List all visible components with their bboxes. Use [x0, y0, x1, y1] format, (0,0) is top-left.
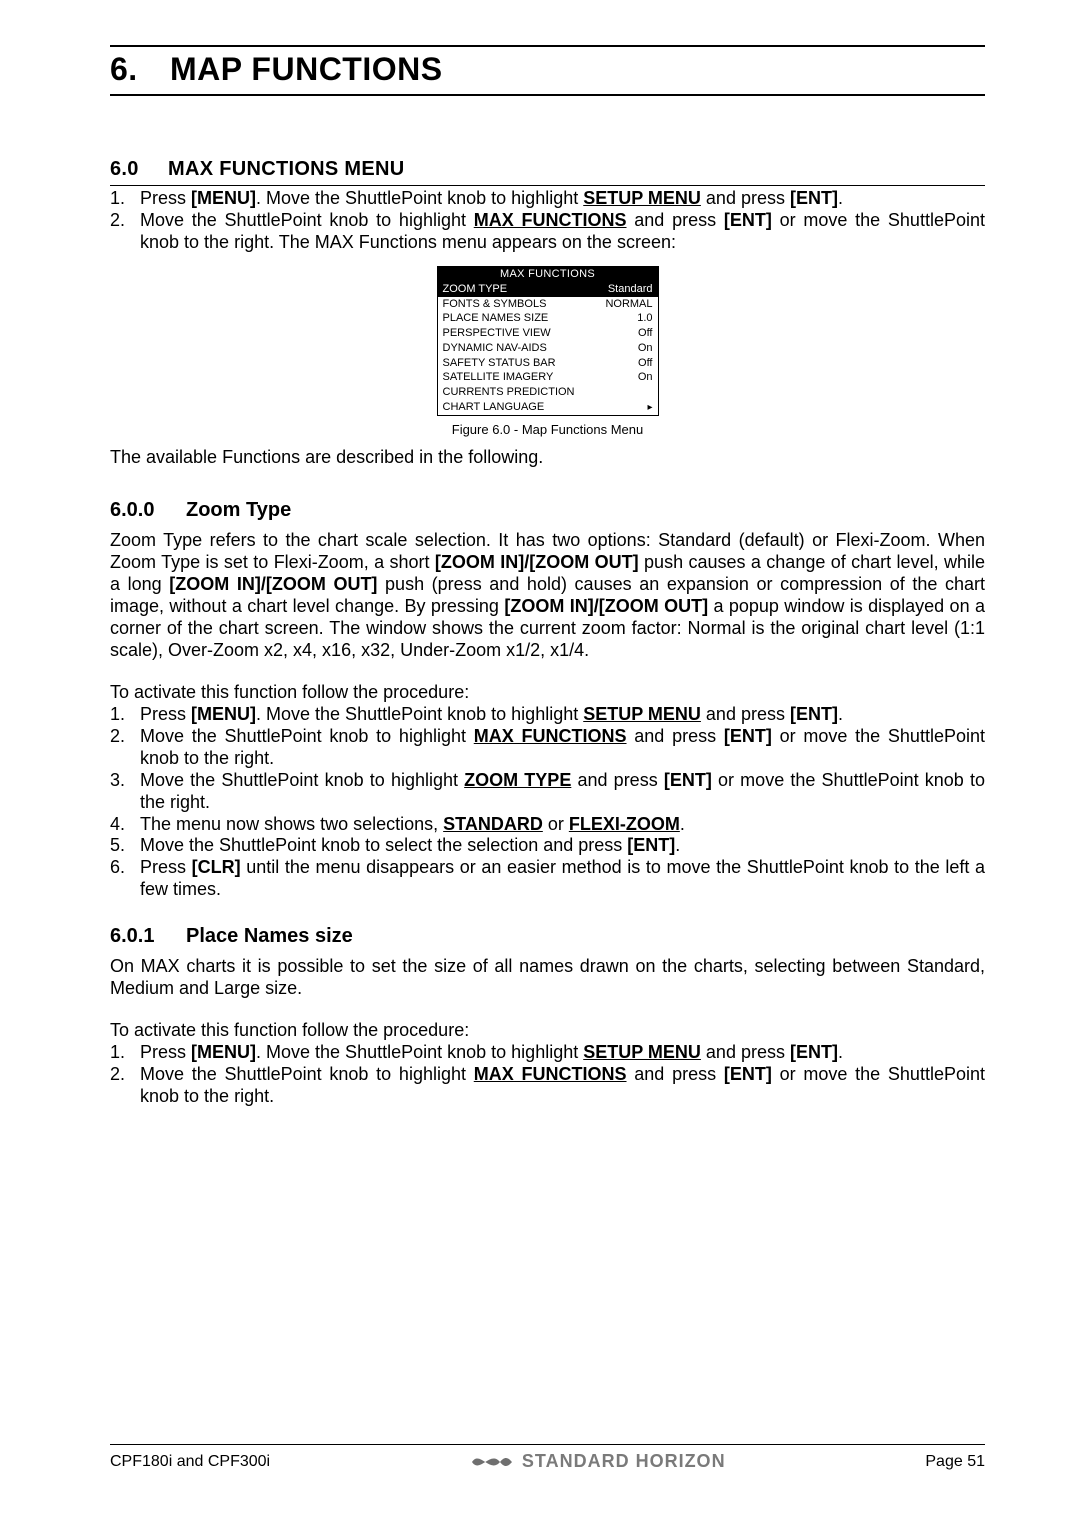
brand-mark-icon	[470, 1452, 514, 1472]
chapter-number: 6.	[110, 51, 170, 88]
brand-text: STANDARD HORIZON	[522, 1451, 726, 1472]
list-item: 3. Move the ShuttlePoint knob to highlig…	[110, 770, 985, 814]
section-6-0-0-number: 6.0.0	[110, 499, 186, 522]
section-6-0-0-title: Zoom Type	[186, 499, 291, 521]
paragraph: The available Functions are described in…	[110, 447, 985, 469]
step-number: 1.	[110, 704, 140, 726]
menu-row: DYNAMIC NAV-AIDSOn	[438, 341, 658, 356]
lead-text: To activate this function follow the pro…	[110, 682, 985, 704]
list-item: 2. Move the ShuttlePoint knob to highlig…	[110, 726, 985, 770]
section-6-0-0-heading: 6.0.0Zoom Type	[110, 499, 985, 528]
step-number: 2.	[110, 1064, 140, 1108]
list-item: 4. The menu now shows two selections, ST…	[110, 814, 985, 836]
step-text: Move the ShuttlePoint knob to highlight …	[140, 770, 985, 814]
menu-row: CURRENTS PREDICTION	[438, 386, 658, 401]
step-text: Press [MENU]. Move the ShuttlePoint knob…	[140, 188, 985, 210]
menu-row: SAFETY STATUS BAROff	[438, 356, 658, 371]
submenu-arrow-icon: ▸	[647, 403, 652, 413]
step-number: 2.	[110, 726, 140, 770]
section-6-0-heading: 6.0MAX FUNCTIONS MENU	[110, 158, 985, 185]
footer-right: Page 51	[925, 1453, 985, 1471]
page-footer: CPF180i and CPF300i STANDARD HORIZON Pag…	[110, 1444, 985, 1472]
section-6-0-1-title: Place Names size	[186, 925, 353, 947]
step-text: Press [MENU]. Move the ShuttlePoint knob…	[140, 1042, 985, 1064]
menu-title: MAX FUNCTIONS	[438, 267, 658, 283]
menu-row: PERSPECTIVE VIEWOff	[438, 327, 658, 342]
list-item: 1. Press [MENU]. Move the ShuttlePoint k…	[110, 188, 985, 210]
figure-caption: Figure 6.0 - Map Functions Menu	[452, 422, 643, 437]
menu-row-zoom-type: ZOOM TYPEStandard	[438, 282, 658, 297]
paragraph: On MAX charts it is possible to set the …	[110, 956, 985, 1000]
list-item: 1. Press [MENU]. Move the ShuttlePoint k…	[110, 1042, 985, 1064]
step-text: Press [MENU]. Move the ShuttlePoint knob…	[140, 704, 985, 726]
step-number: 6.	[110, 857, 140, 901]
list-item: 6. Press [CLR] until the menu disappears…	[110, 857, 985, 901]
figure-6-0: MAX FUNCTIONS ZOOM TYPEStandard FONTS & …	[110, 266, 985, 437]
max-functions-menu: MAX FUNCTIONS ZOOM TYPEStandard FONTS & …	[437, 266, 659, 416]
step-number: 4.	[110, 814, 140, 836]
step-text: Move the ShuttlePoint knob to highlight …	[140, 1064, 985, 1108]
step-text: Move the ShuttlePoint knob to select the…	[140, 835, 985, 857]
step-text: Move the ShuttlePoint knob to highlight …	[140, 726, 985, 770]
footer-left: CPF180i and CPF300i	[110, 1453, 270, 1471]
step-number: 2.	[110, 210, 140, 254]
menu-row: PLACE NAMES SIZE1.0	[438, 312, 658, 327]
rule-under-6-0	[110, 185, 985, 186]
footer-rule	[110, 1444, 985, 1445]
menu-row: SATELLITE IMAGERYOn	[438, 371, 658, 386]
list-item: 5. Move the ShuttlePoint knob to select …	[110, 835, 985, 857]
steps-6-0-0: 1. Press [MENU]. Move the ShuttlePoint k…	[110, 704, 985, 902]
steps-6-0: 1. Press [MENU]. Move the ShuttlePoint k…	[110, 188, 985, 254]
section-6-0-1-heading: 6.0.1Place Names size	[110, 925, 985, 954]
step-number: 1.	[110, 188, 140, 210]
section-6-0-title: MAX FUNCTIONS MENU	[168, 158, 405, 180]
list-item: 1. Press [MENU]. Move the ShuttlePoint k…	[110, 704, 985, 726]
section-6-0-1-number: 6.0.1	[110, 925, 186, 948]
paragraph: Zoom Type refers to the chart scale sele…	[110, 530, 985, 662]
step-number: 5.	[110, 835, 140, 857]
step-number: 1.	[110, 1042, 140, 1064]
menu-row: FONTS & SYMBOLSNORMAL	[438, 297, 658, 312]
steps-6-0-1: 1. Press [MENU]. Move the ShuttlePoint k…	[110, 1042, 985, 1108]
chapter-heading: 6.MAP FUNCTIONS	[110, 47, 985, 94]
chapter-title: MAP FUNCTIONS	[170, 51, 443, 87]
section-6-0-number: 6.0	[110, 158, 168, 181]
list-item: 2. Move the ShuttlePoint knob to highlig…	[110, 210, 985, 254]
step-text: Move the ShuttlePoint knob to highlight …	[140, 210, 985, 254]
list-item: 2. Move the ShuttlePoint knob to highlig…	[110, 1064, 985, 1108]
brand-logo: STANDARD HORIZON	[470, 1451, 726, 1472]
step-text: Press [CLR] until the menu disappears or…	[140, 857, 985, 901]
step-number: 3.	[110, 770, 140, 814]
lead-text: To activate this function follow the pro…	[110, 1020, 985, 1042]
step-text: The menu now shows two selections, STAND…	[140, 814, 985, 836]
menu-row-chart-language: CHART LANGUAGE▸	[438, 400, 658, 415]
